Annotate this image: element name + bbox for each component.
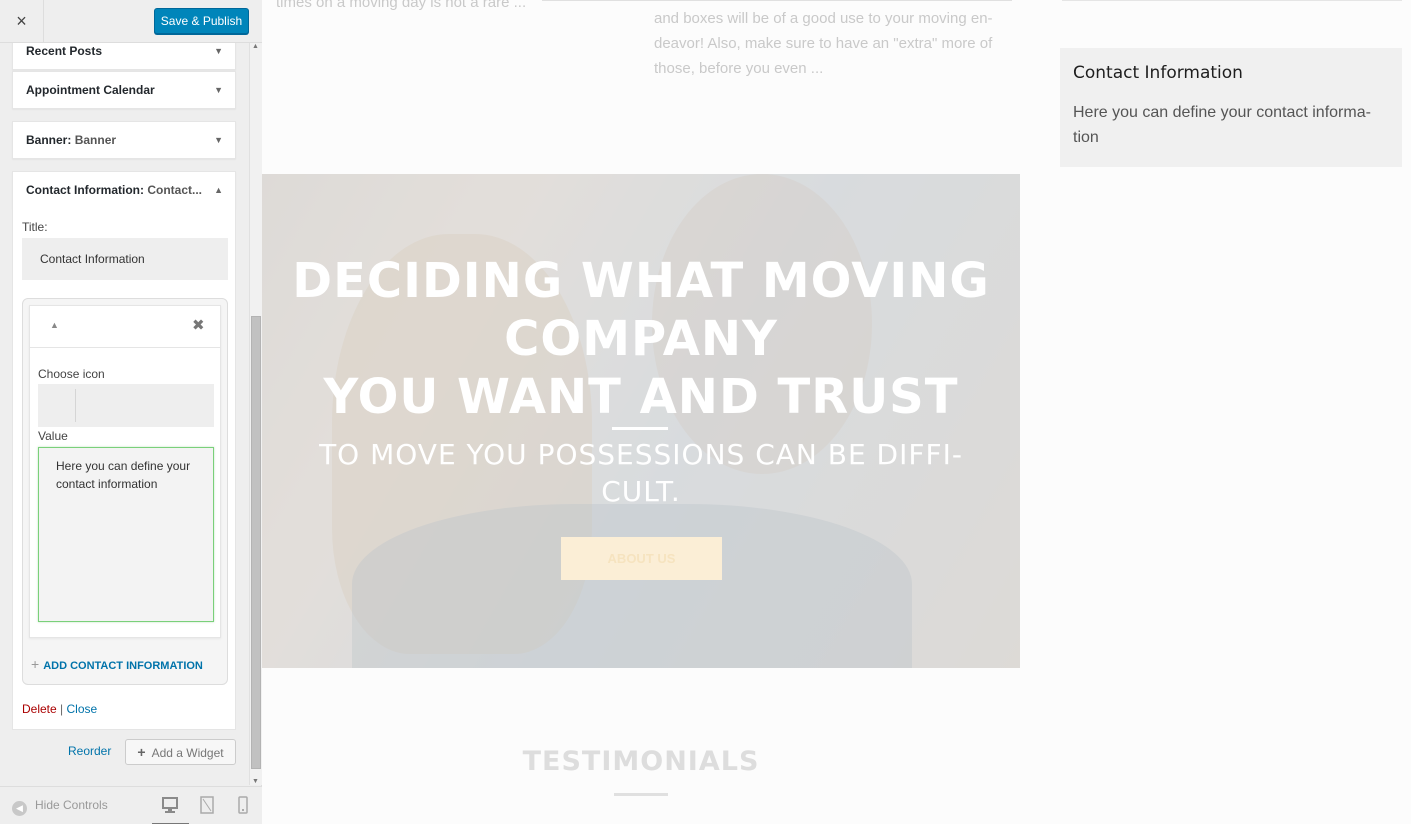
- about-us-button[interactable]: ABOUT US: [561, 537, 722, 580]
- arrow-left-circle-icon: ◀: [12, 801, 27, 816]
- value-label: Value: [38, 429, 68, 443]
- testimonials-separator: [614, 793, 668, 796]
- title-input[interactable]: [22, 238, 228, 280]
- widget-subtitle: Banner: [74, 133, 117, 147]
- widget-title: Recent Posts: [26, 44, 103, 58]
- widget-actions: Delete | Close: [22, 702, 97, 716]
- post-excerpt: and boxes will be of a good use to your …: [654, 10, 993, 77]
- widget-title: Banner:: [26, 133, 72, 147]
- reorder-link[interactable]: Reorder: [68, 744, 111, 758]
- chevron-down-icon[interactable]: ▼: [214, 122, 223, 158]
- post-excerpt-left: times on a moving day is not a rare ...: [276, 0, 527, 11]
- widgets-panel: Recent Posts ▼ Appointment Calendar ▼ Ba…: [0, 43, 249, 785]
- plus-icon: +: [31, 656, 40, 672]
- contact-widget-title: Contact Information: [1073, 63, 1243, 83]
- scroll-down-icon[interactable]: ▼: [252, 778, 259, 785]
- testimonials-heading: TESTIMONIALS: [522, 746, 760, 777]
- add-widget-label: Add a Widget: [151, 746, 224, 760]
- add-contact-information-button[interactable]: + ADD CONTACT INFORMATION: [31, 656, 203, 672]
- value-textarea[interactable]: Here you can define your contact informa…: [38, 447, 214, 622]
- add-contact-label: ADD CONTACT INFORMATION: [43, 660, 203, 672]
- repeater-item-header[interactable]: ▲ ✖: [30, 306, 220, 348]
- chevron-up-icon[interactable]: ▲: [50, 320, 59, 330]
- customizer-sidebar: × Save & Publish Recent Posts ▼ Appointm…: [0, 0, 262, 824]
- chevron-down-icon[interactable]: ▼: [214, 43, 223, 69]
- widget-appointment-calendar[interactable]: Appointment Calendar ▼: [12, 71, 236, 109]
- widget-title: Appointment Calendar: [26, 83, 155, 97]
- choose-icon-label: Choose icon: [38, 367, 105, 381]
- hero-subtitle: TO MOVE YOU POSSESSIONS CAN BE DIFFI-CUL…: [319, 438, 963, 508]
- divider-line: [542, 0, 1012, 1]
- widget-contact-information[interactable]: Contact Information: Contact... ▲: [12, 171, 236, 209]
- widget-recent-posts[interactable]: Recent Posts ▼: [12, 43, 236, 70]
- hero-title-line2: YOU WANT AND TRUST: [323, 369, 959, 425]
- contact-information-widget: Contact Information Here you can define …: [1060, 48, 1402, 167]
- chevron-down-icon[interactable]: ▼: [214, 72, 223, 108]
- scroll-up-icon[interactable]: ▲: [252, 43, 259, 50]
- sidebar-scrollbar[interactable]: ▲ ▼: [249, 43, 262, 785]
- title-label: Title:: [22, 220, 48, 234]
- hero-separator: [612, 427, 668, 430]
- close-icon[interactable]: ×: [0, 0, 44, 43]
- icon-picker-divider: [75, 389, 76, 422]
- plus-icon: +: [137, 744, 146, 760]
- site-preview: times on a moving day is not a rare ... …: [262, 0, 1411, 824]
- contact-repeater: ▲ ✖ Choose icon Value Here you can defin…: [22, 298, 228, 685]
- customizer-footer: ◀ Hide Controls: [0, 786, 262, 824]
- widget-subtitle: Contact...: [147, 183, 203, 197]
- contact-widget-form: Title: ▲ ✖ Choose icon Value Here you ca…: [12, 208, 236, 730]
- widget-banner[interactable]: Banner: Banner ▼: [12, 121, 236, 159]
- repeater-item: ▲ ✖ Choose icon Value Here you can defin…: [29, 305, 221, 638]
- separator: |: [60, 702, 64, 716]
- icon-picker[interactable]: [38, 384, 214, 427]
- scrollbar-thumb[interactable]: [251, 316, 261, 769]
- customizer-header: × Save & Publish: [0, 0, 262, 43]
- hide-controls-button[interactable]: ◀ Hide Controls: [12, 798, 108, 816]
- divider-line: [1062, 0, 1402, 1]
- add-widget-button[interactable]: + Add a Widget: [125, 739, 236, 765]
- remove-icon[interactable]: ✖: [192, 316, 205, 334]
- hide-controls-label: Hide Controls: [35, 798, 108, 812]
- chevron-up-icon[interactable]: ▲: [214, 172, 223, 208]
- delete-link[interactable]: Delete: [22, 702, 57, 716]
- mobile-icon[interactable]: [233, 796, 255, 816]
- hero-title-line1: DECIDING WHAT MOVING COMPANY: [292, 253, 990, 367]
- close-link[interactable]: Close: [67, 702, 98, 716]
- tablet-icon[interactable]: [197, 796, 219, 816]
- desktop-icon[interactable]: [152, 796, 189, 824]
- hero-banner: DECIDING WHAT MOVING COMPANY YOU WANT AN…: [262, 174, 1020, 668]
- hero-title: DECIDING WHAT MOVING COMPANY YOU WANT AN…: [282, 252, 1000, 426]
- save-publish-button[interactable]: Save & Publish: [154, 8, 249, 34]
- widget-title: Contact Information:: [26, 183, 144, 197]
- contact-widget-text: Here you can define your contact informa…: [1073, 104, 1371, 146]
